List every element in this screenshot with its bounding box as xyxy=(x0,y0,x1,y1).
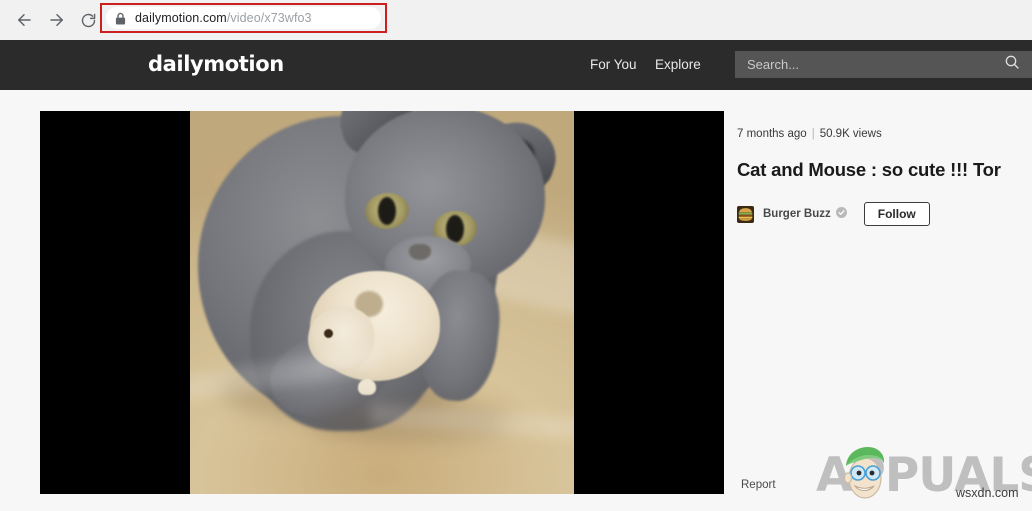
verified-check-icon xyxy=(835,205,847,223)
publish-date: 7 months ago xyxy=(737,128,807,140)
nav-explore[interactable]: Explore xyxy=(655,57,701,72)
kitten-pupil-left xyxy=(378,197,396,225)
browser-chrome: dailymotion.com/video/x73wfo3 xyxy=(0,0,1032,40)
view-count: 50.9K views xyxy=(819,128,882,140)
reload-icon xyxy=(80,12,97,29)
back-button[interactable] xyxy=(10,6,38,34)
hamster-paw xyxy=(358,379,376,395)
forward-button[interactable] xyxy=(43,6,71,34)
burger-icon[interactable] xyxy=(737,205,754,223)
channel-row: Burger Buzz Follow xyxy=(737,200,930,228)
follow-button[interactable]: Follow xyxy=(863,202,930,226)
video-player[interactable] xyxy=(40,111,724,494)
arrow-left-icon xyxy=(15,11,33,29)
arrow-right-icon xyxy=(48,11,66,29)
stats-separator: | xyxy=(811,128,815,140)
nav-for-you[interactable]: For You xyxy=(590,57,637,72)
report-link[interactable]: Report xyxy=(741,479,776,491)
video-frame xyxy=(190,111,574,494)
search-input[interactable] xyxy=(735,57,1004,72)
channel-name[interactable]: Burger Buzz xyxy=(763,208,831,220)
video-title: Cat and Mouse : so cute !!! Tor xyxy=(737,159,1001,180)
reload-button[interactable] xyxy=(74,6,102,34)
url-highlight-box xyxy=(100,3,387,33)
search-box[interactable] xyxy=(735,51,1032,78)
search-icon[interactable] xyxy=(1004,54,1020,75)
hamster-eye xyxy=(324,329,333,338)
dailymotion-logo[interactable]: dailymotion xyxy=(148,52,284,76)
video-stats: 7 months ago | 50.9K views xyxy=(737,128,882,140)
kitten-nose xyxy=(409,244,431,260)
